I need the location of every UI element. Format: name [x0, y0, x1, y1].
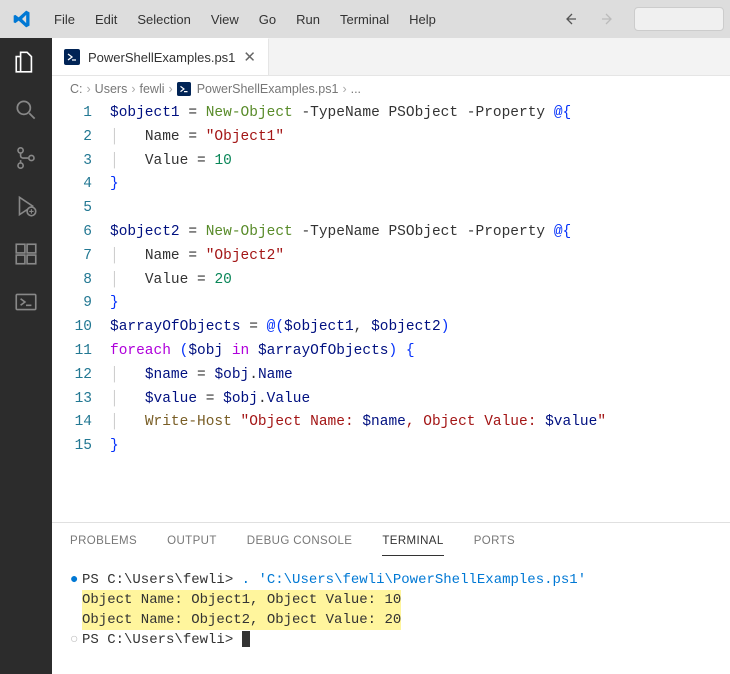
menu-selection[interactable]: Selection	[127, 8, 200, 31]
terminal-output: Object Name: Object1, Object Value: 10	[82, 590, 401, 610]
panel-tab-output[interactable]: OUTPUT	[167, 535, 217, 556]
terminal-body[interactable]: ● PS C:\Users\fewli> . 'C:\Users\fewli\P…	[52, 556, 730, 674]
code-area[interactable]: $object1 = New-Object -TypeName PSObject…	[110, 102, 730, 522]
terminal-arg: 'C:\Users\fewli\PowerShellExamples.ps1'	[258, 572, 586, 588]
extensions-icon[interactable]	[12, 240, 40, 268]
line-number-gutter: 123456789101112131415	[52, 102, 110, 522]
tab-bar: PowerShellExamples.ps1 ✕	[52, 38, 730, 76]
menu-run[interactable]: Run	[286, 8, 330, 31]
terminal-cursor	[242, 631, 250, 647]
breadcrumb-part[interactable]: fewli	[140, 82, 165, 96]
panel-tab-problems[interactable]: PROBLEMS	[70, 535, 137, 556]
menu-terminal[interactable]: Terminal	[330, 8, 399, 31]
menu-file[interactable]: File	[44, 8, 85, 31]
breadcrumb-trailing[interactable]: ...	[351, 82, 361, 96]
search-icon[interactable]	[12, 96, 40, 124]
panel-tab-bar: PROBLEMS OUTPUT DEBUG CONSOLE TERMINAL PORTS	[52, 523, 730, 556]
menu-edit[interactable]: Edit	[85, 8, 127, 31]
terminal-active-bullet-icon: ●	[70, 570, 82, 590]
breadcrumb[interactable]: C:› Users› fewli› PowerShellExamples.ps1…	[52, 76, 730, 102]
menu-view[interactable]: View	[201, 8, 249, 31]
menu-go[interactable]: Go	[249, 8, 286, 31]
breadcrumb-file[interactable]: PowerShellExamples.ps1	[197, 82, 339, 96]
panel-tab-ports[interactable]: PORTS	[474, 535, 515, 556]
menu-bar: FileEditSelectionViewGoRunTerminalHelp	[44, 8, 446, 31]
activity-bar	[0, 38, 52, 674]
breadcrumb-part[interactable]: Users	[95, 82, 128, 96]
terminal-idle-bullet-icon: ○	[70, 630, 82, 650]
editor[interactable]: 123456789101112131415 $object1 = New-Obj…	[52, 102, 730, 522]
terminal-prompt: PS C:\Users\fewli>	[82, 632, 233, 648]
source-control-icon[interactable]	[12, 144, 40, 172]
explorer-icon[interactable]	[12, 48, 40, 76]
nav-back-icon[interactable]	[558, 6, 584, 32]
breadcrumb-part[interactable]: C:	[70, 82, 83, 96]
terminal-output: Object Name: Object2, Object Value: 20	[82, 610, 401, 630]
powershell-file-icon	[177, 82, 191, 96]
vscode-logo-icon	[10, 7, 34, 31]
panel-tab-terminal[interactable]: TERMINAL	[382, 535, 443, 556]
run-debug-icon[interactable]	[12, 192, 40, 220]
powershell-ext-icon[interactable]	[12, 288, 40, 316]
tab-close-icon[interactable]: ✕	[243, 48, 256, 66]
tab-label: PowerShellExamples.ps1	[88, 50, 235, 65]
menu-help[interactable]: Help	[399, 8, 446, 31]
tab-active[interactable]: PowerShellExamples.ps1 ✕	[52, 38, 269, 75]
command-center-input[interactable]	[634, 7, 724, 31]
panel-tab-debug-console[interactable]: DEBUG CONSOLE	[247, 535, 353, 556]
terminal-command: .	[242, 572, 250, 588]
titlebar: FileEditSelectionViewGoRunTerminalHelp	[0, 0, 730, 38]
powershell-file-icon	[64, 49, 80, 65]
bottom-panel: PROBLEMS OUTPUT DEBUG CONSOLE TERMINAL PORTS…	[52, 522, 730, 674]
terminal-prompt: PS C:\Users\fewli>	[82, 572, 233, 588]
nav-forward-icon[interactable]	[594, 6, 620, 32]
